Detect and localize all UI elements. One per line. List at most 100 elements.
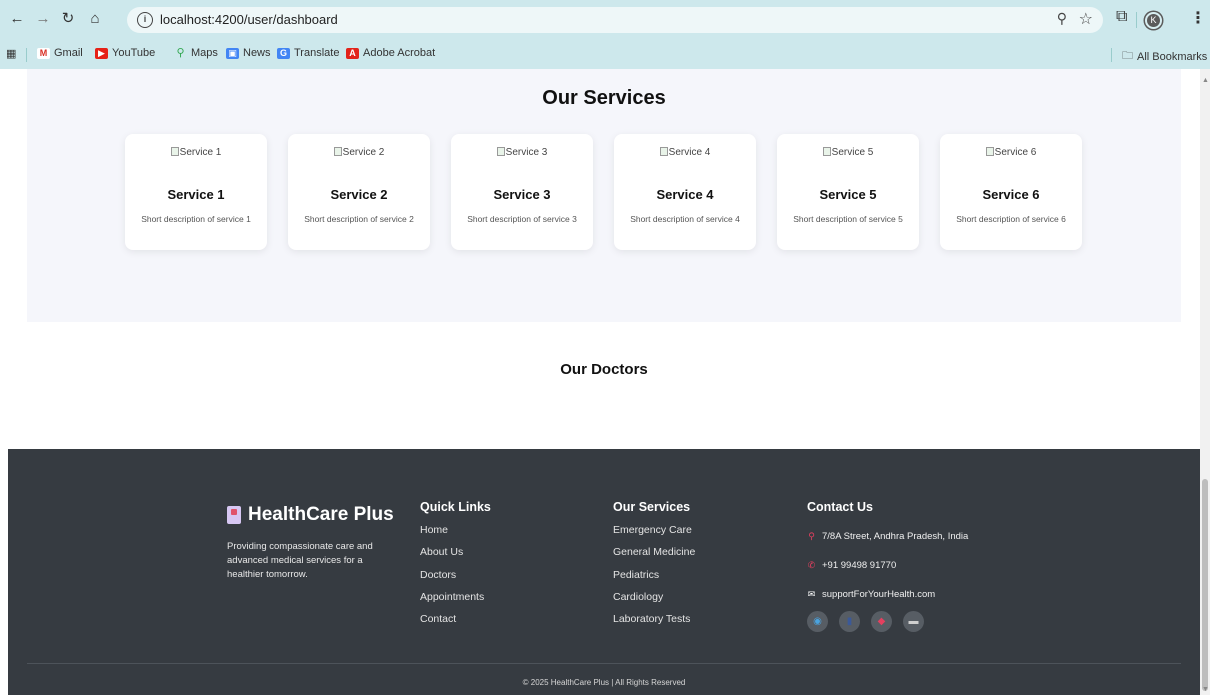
- service-image-alt: Service 5: [831, 147, 874, 158]
- social-links: ◉ ▮ ◆ ▬: [807, 611, 968, 632]
- service-name: Service 6: [982, 187, 1040, 202]
- page-scrollbar[interactable]: ▲ ▼: [1200, 69, 1210, 695]
- scrollbar-thumb[interactable]: [1202, 479, 1208, 691]
- service-image: Service 4: [614, 147, 756, 158]
- bookmark-youtube[interactable]: ▶ YouTube: [95, 47, 155, 59]
- contact-phone: ✆ +91 99498 91770: [807, 551, 968, 580]
- address-url[interactable]: localhost:4200/user/dashboard: [160, 12, 338, 27]
- zoom-icon[interactable]: ⚲: [1057, 10, 1067, 27]
- service-image: Service 5: [777, 147, 919, 158]
- service-name: Service 4: [656, 187, 714, 202]
- service-image-alt: Service 3: [505, 147, 548, 158]
- maps-icon: ⚲: [176, 46, 185, 59]
- site-info-icon[interactable]: i: [137, 12, 153, 28]
- contact-email-text: supportForYourHealth.com: [822, 589, 936, 600]
- broken-image-icon: [985, 147, 994, 156]
- service-image: Service 3: [451, 147, 593, 158]
- profile-avatar[interactable]: K: [1145, 12, 1162, 29]
- home-icon[interactable]: ⌂: [84, 8, 106, 30]
- service-card[interactable]: Service 4 Service 4 Short description of…: [614, 134, 756, 250]
- phone-icon: ✆: [807, 560, 816, 570]
- service-card[interactable]: Service 3 Service 3 Short description of…: [451, 134, 593, 250]
- broken-image-icon: [333, 147, 342, 156]
- folder-icon: 🗀: [1122, 50, 1133, 62]
- doctors-title: Our Doctors: [560, 361, 648, 378]
- service-image-alt: Service 4: [668, 147, 711, 158]
- browser-toolbar: ← → ↻ ⌂ i localhost:4200/user/dashboard …: [0, 4, 1210, 34]
- bookmark-adobe-acrobat[interactable]: A Adobe Acrobat: [346, 47, 435, 59]
- broken-image-icon: [170, 147, 179, 156]
- service-image-alt: Service 6: [994, 147, 1037, 158]
- contact-address: ⚲ 7/8A Street, Andhra Pradesh, India: [807, 522, 968, 551]
- service-card[interactable]: Service 1 Service 1 Short description of…: [125, 134, 267, 250]
- bookmark-label: YouTube: [112, 47, 156, 59]
- instagram-icon[interactable]: ◆: [871, 611, 892, 632]
- footer-link-general-medicine[interactable]: General Medicine: [613, 546, 695, 568]
- footer-link-pediatrics[interactable]: Pediatrics: [613, 569, 695, 591]
- footer-link-home[interactable]: Home: [420, 524, 491, 546]
- bookmark-star-icon[interactable]: ☆: [1079, 9, 1093, 29]
- bookmark-news[interactable]: ▣ News: [226, 47, 271, 59]
- bookmark-translate[interactable]: G Translate: [277, 47, 339, 59]
- scroll-up-arrow-icon[interactable]: ▲: [1202, 77, 1209, 84]
- address-bar[interactable]: i localhost:4200/user/dashboard ⚲ ☆: [127, 7, 1103, 33]
- bookmarks-bar: ▦ M Gmail ▶ YouTube ⚲ Maps ▣ News G Tran…: [0, 44, 1210, 66]
- bookmark-label: Adobe Acrobat: [363, 47, 436, 59]
- footer-our-services: Our Services Emergency Care General Medi…: [613, 500, 695, 635]
- contact-address-text: 7/8A Street, Andhra Pradesh, India: [822, 531, 969, 542]
- broken-image-icon: [659, 147, 668, 156]
- footer-link-contact[interactable]: Contact: [420, 613, 491, 635]
- bookmarks-divider: [1111, 48, 1112, 62]
- linkedin-icon[interactable]: ▬: [903, 611, 924, 632]
- service-image: Service 2: [288, 147, 430, 158]
- gmail-icon: M: [37, 47, 50, 59]
- broken-image-icon: [496, 147, 505, 156]
- broken-image-icon: [822, 147, 831, 156]
- service-card[interactable]: Service 6 Service 6 Short description of…: [940, 134, 1082, 250]
- globe-icon[interactable]: ◉: [807, 611, 828, 632]
- bookmark-gmail[interactable]: M Gmail: [37, 47, 83, 59]
- footer-link-doctors[interactable]: Doctors: [420, 569, 491, 591]
- service-description: Short description of service 2: [304, 214, 414, 224]
- translate-icon: G: [277, 47, 290, 59]
- service-card[interactable]: Service 5 Service 5 Short description of…: [777, 134, 919, 250]
- footer-copyright: © 2025 HealthCare Plus | All Rights Rese…: [522, 678, 686, 687]
- apps-grid-icon[interactable]: ▦: [6, 47, 16, 60]
- services-title: Our Services: [542, 87, 666, 109]
- email-icon: ✉: [807, 589, 816, 599]
- bookmark-maps[interactable]: ⚲ Maps: [174, 46, 217, 59]
- all-bookmarks-button[interactable]: 🗀 All Bookmarks: [1122, 47, 1207, 66]
- extensions-icon[interactable]: ⧉: [1116, 8, 1127, 26]
- scroll-down-arrow-icon[interactable]: ▼: [1202, 686, 1209, 693]
- our-services-heading: Our Services: [613, 500, 691, 514]
- service-description: Short description of service 5: [793, 214, 903, 224]
- service-description: Short description of service 6: [956, 214, 1066, 224]
- contact-phone-text: +91 99498 91770: [822, 560, 897, 571]
- footer-quick-links: Quick Links Home About Us Doctors Appoin…: [420, 500, 491, 635]
- service-description: Short description of service 1: [141, 214, 251, 224]
- menu-kebab-icon[interactable]: ⋮: [1190, 8, 1206, 28]
- footer-brand: HealthCare Plus: [227, 504, 394, 526]
- footer-link-about-us[interactable]: About Us: [420, 546, 491, 568]
- toolbar-divider: [1136, 12, 1137, 28]
- footer-link-cardiology[interactable]: Cardiology: [613, 591, 695, 613]
- service-name: Service 1: [167, 187, 225, 202]
- bookmarks-divider: [26, 48, 27, 62]
- footer-link-laboratory-tests[interactable]: Laboratory Tests: [613, 613, 695, 635]
- service-image: Service 1: [125, 147, 267, 158]
- reload-icon[interactable]: ↻: [57, 8, 79, 30]
- footer-link-emergency-care[interactable]: Emergency Care: [613, 524, 695, 546]
- footer-link-appointments[interactable]: Appointments: [420, 591, 491, 613]
- footer-contact: Contact Us ⚲ 7/8A Street, Andhra Pradesh…: [807, 500, 968, 632]
- bookmark-label: Translate: [294, 47, 340, 59]
- footer-about-text: Providing compassionate care and advance…: [227, 541, 373, 580]
- forward-arrow-icon[interactable]: →: [32, 8, 54, 30]
- service-description: Short description of service 4: [630, 214, 740, 224]
- bookmark-label: Gmail: [54, 47, 83, 59]
- back-arrow-icon[interactable]: ←: [6, 8, 28, 30]
- service-card[interactable]: Service 2 Service 2 Short description of…: [288, 134, 430, 250]
- facebook-icon[interactable]: ▮: [839, 611, 860, 632]
- browser-chrome: ← → ↻ ⌂ i localhost:4200/user/dashboard …: [0, 0, 1210, 69]
- service-image-alt: Service 1: [179, 147, 222, 158]
- footer-brand-name: HealthCare Plus: [248, 504, 394, 525]
